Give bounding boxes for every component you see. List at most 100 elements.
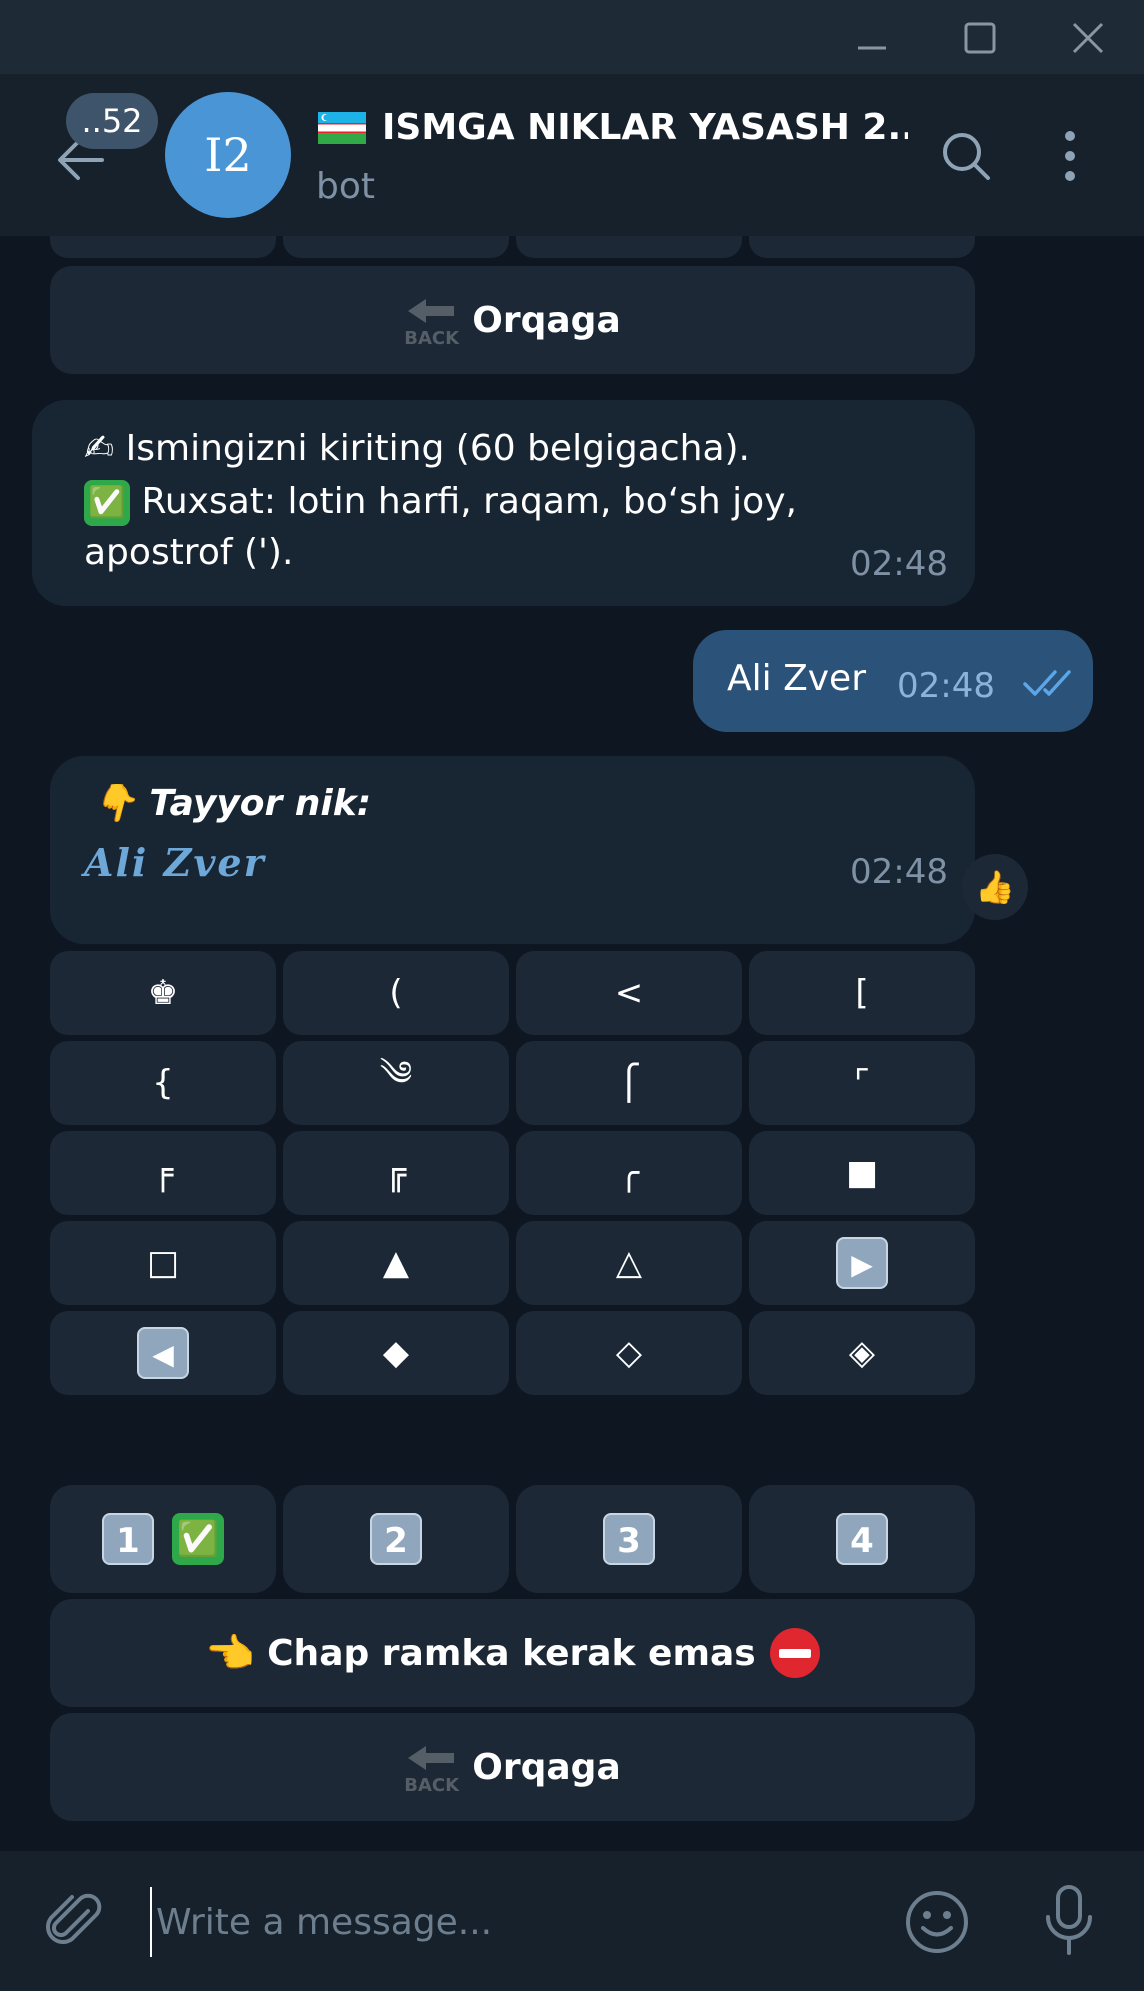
keyboard-button-partial[interactable] [283, 236, 509, 258]
prompt-message-bubble[interactable]: ✍ Ismingizni kiriting (60 belgigacha). ✅… [32, 400, 975, 606]
symbol-label: ◈ [848, 1333, 876, 1373]
chat-title-text: ISMGA NIKLAR YASASH 2... [382, 107, 908, 148]
search-icon[interactable] [936, 126, 996, 186]
symbol-button[interactable]: ◈ [749, 1311, 975, 1395]
symbol-button[interactable]: △ [516, 1221, 742, 1305]
result-message-bubble[interactable]: 👇 Tayyor nik: Ali Zver 02:48 [50, 756, 975, 944]
no-left-frame-label: Chap ramka kerak emas [267, 1632, 756, 1674]
symbol-button[interactable]: ╭ [516, 1131, 742, 1215]
symbol-label: ╒ [152, 1153, 174, 1193]
no-left-frame-button[interactable]: 👈 Chap ramka kerak emas ⛔ [50, 1599, 975, 1707]
back-label-icon: BACK [404, 295, 459, 349]
keycap-1-icon: 1 [102, 1513, 154, 1565]
symbol-button[interactable]: ◇ [516, 1311, 742, 1395]
message-composer [0, 1851, 1144, 1991]
message-time: 02:48 [897, 666, 995, 706]
symbol-button[interactable]: ▶ [749, 1221, 975, 1305]
generated-nickname: Ali Zver [84, 840, 266, 885]
symbol-label: [ [855, 973, 869, 1013]
chat-avatar[interactable]: I2 [165, 92, 291, 218]
symbol-button[interactable]: ╔ [283, 1131, 509, 1215]
minimize-window-icon[interactable] [850, 18, 894, 58]
result-label-line: 👇 Tayyor nik: [92, 782, 371, 824]
symbol-label: ╔ [385, 1153, 407, 1193]
result-label-text: Tayyor nik: [149, 783, 372, 824]
thumbs-up-reaction-icon[interactable]: 👍 [962, 854, 1028, 920]
message-time: 02:48 [850, 852, 948, 892]
symbol-label: □ [146, 1243, 180, 1283]
symbol-button[interactable]: [ [749, 951, 975, 1035]
outgoing-message-bubble[interactable]: Ali Zver 02:48 [693, 630, 1093, 732]
message-time: 02:48 [850, 544, 948, 584]
number-button-2[interactable]: 2 [283, 1485, 509, 1593]
paperclip-icon[interactable] [44, 1891, 106, 1953]
symbol-button[interactable]: ▲ [283, 1221, 509, 1305]
symbol-button[interactable]: ⎧ [516, 1041, 742, 1125]
symbol-button[interactable]: < [516, 951, 742, 1035]
double-check-icon [1023, 668, 1079, 698]
back-keyboard-button[interactable]: BACK Orqaga [50, 266, 975, 374]
number-button-3[interactable]: 3 [516, 1485, 742, 1593]
symbol-label: ༄ [379, 1054, 413, 1094]
pointing-down-icon: 👇 [92, 783, 137, 824]
symbol-label: ▲ [382, 1243, 410, 1283]
symbol-button[interactable]: { [50, 1041, 276, 1125]
prompt-line-1-text: Ismingizni kiriting (60 belgigacha). [125, 428, 750, 469]
prompt-line-2-text: Ruxsat: lotin harfi, raqam, bo‘sh joy, [141, 481, 797, 522]
prompt-line-2: ✅ Ruxsat: lotin harfi, raqam, bo‘sh joy, [84, 480, 797, 526]
number-button-4[interactable]: 4 [749, 1485, 975, 1593]
back-keyboard-button[interactable]: BACK Orqaga [50, 1713, 975, 1821]
uzbekistan-flag-icon [318, 112, 366, 144]
symbol-label: ( [389, 973, 403, 1013]
back-label-icon: BACK [404, 1742, 459, 1796]
check-mark-icon: ✅ [172, 1513, 224, 1565]
symbol-button[interactable]: ◀ [50, 1311, 276, 1395]
more-options-icon[interactable] [1050, 126, 1090, 186]
microphone-icon[interactable] [1040, 1883, 1098, 1959]
symbol-button[interactable]: ༄ [283, 1041, 509, 1125]
check-mark-icon: ✅ [84, 480, 130, 526]
symbol-button[interactable]: ( [283, 951, 509, 1035]
symbol-button[interactable]: ╒ [50, 1131, 276, 1215]
symbol-button[interactable]: ◆ [283, 1311, 509, 1395]
symbol-button[interactable]: ■ [749, 1131, 975, 1215]
close-window-icon[interactable] [1066, 18, 1110, 58]
outgoing-message-text: Ali Zver [727, 658, 866, 699]
reverse-button-icon: ◀ [137, 1327, 189, 1379]
writing-hand-icon: ✍ [84, 428, 115, 469]
number-button-1[interactable]: 1 ✅ [50, 1485, 276, 1593]
window-titlebar [0, 0, 1144, 74]
symbol-label: ◇ [615, 1333, 643, 1373]
symbol-label: ◆ [382, 1333, 410, 1373]
no-entry-icon: ⛔ [769, 1628, 820, 1678]
prompt-line-3: apostrof ('). [84, 532, 294, 573]
back-button-label: Orqaga [472, 1746, 621, 1788]
keycap-2-icon: 2 [370, 1513, 422, 1565]
symbol-button[interactable]: □ [50, 1221, 276, 1305]
keyboard-button-partial[interactable] [516, 236, 742, 258]
symbol-label: ♚ [147, 973, 179, 1013]
emoji-smile-icon[interactable] [904, 1889, 970, 1955]
symbol-label: { [152, 1063, 174, 1103]
keyboard-button-partial[interactable] [50, 236, 276, 258]
symbol-button[interactable]: ♚ [50, 951, 276, 1035]
symbol-label: ⎧ [616, 1063, 642, 1103]
symbol-label: ■ [845, 1153, 879, 1193]
chat-subtitle: bot [316, 166, 375, 207]
message-input[interactable] [150, 1887, 870, 1957]
symbol-label: < [614, 973, 644, 1013]
symbol-label: ╭ [618, 1153, 640, 1193]
chat-title[interactable]: ISMGA NIKLAR YASASH 2... [318, 100, 908, 156]
keycap-3-icon: 3 [603, 1513, 655, 1565]
symbol-label: ⌜ [854, 1063, 870, 1103]
keyboard-button-partial[interactable] [749, 236, 975, 258]
maximize-window-icon[interactable] [958, 18, 1002, 58]
pointing-left-icon: 👈 [205, 1630, 256, 1677]
prompt-line-1: ✍ Ismingizni kiriting (60 belgigacha). [84, 428, 750, 469]
message-list[interactable]: BACK Orqaga ✍ Ismingizni kiriting (60 be… [0, 236, 1144, 1851]
unread-count-badge[interactable]: ..52 [66, 93, 158, 149]
symbol-label: △ [615, 1243, 643, 1283]
play-button-icon: ▶ [836, 1237, 888, 1289]
symbol-button[interactable]: ⌜ [749, 1041, 975, 1125]
back-button-label: Orqaga [472, 299, 621, 341]
